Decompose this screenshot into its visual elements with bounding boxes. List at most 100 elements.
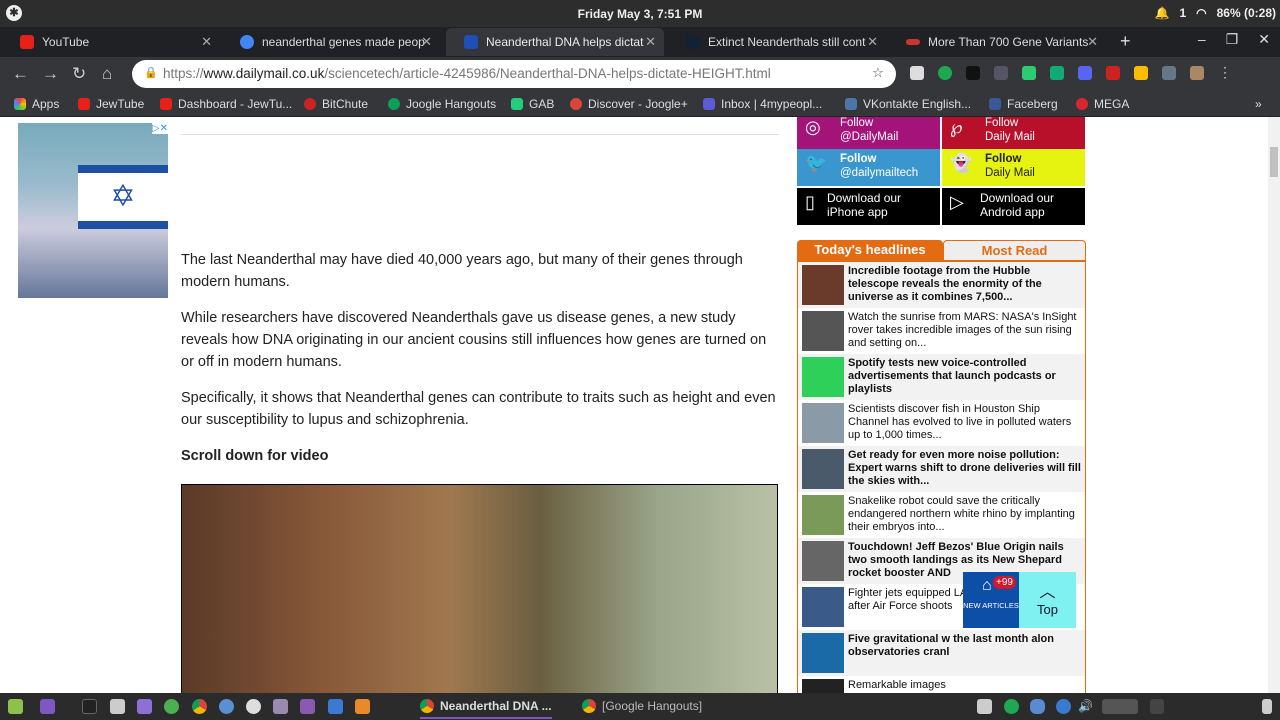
headline-item[interactable]: Spotify tests new voice-controlled adver… xyxy=(798,354,1085,400)
extension-icon[interactable] xyxy=(1162,66,1176,80)
tab-dailymail[interactable]: Neanderthal DNA helps dictat ✕ xyxy=(446,28,664,56)
headline-text[interactable]: Watch the sunrise from MARS: NASA's InSi… xyxy=(848,311,1081,351)
tab-gene-variants[interactable]: More Than 700 Gene Variants ✕ xyxy=(888,28,1106,56)
app-launcher-icon[interactable] xyxy=(110,699,125,714)
workspace-1[interactable] xyxy=(1102,699,1138,714)
headline-thumbnail[interactable] xyxy=(802,403,844,443)
close-window-icon[interactable]: ✕ xyxy=(1258,31,1270,48)
extension-icon[interactable] xyxy=(910,66,924,80)
notification-icon[interactable]: 🔔 xyxy=(1155,6,1170,20)
extension-icon[interactable] xyxy=(1106,66,1120,80)
back-icon[interactable]: ← xyxy=(12,64,29,84)
tab-todays-headlines[interactable]: Today's headlines xyxy=(797,240,943,260)
files-icon[interactable] xyxy=(137,699,152,714)
iphone-app-button[interactable]: ▯ Download our iPhone app xyxy=(797,188,940,225)
discord-icon[interactable] xyxy=(1078,66,1092,80)
minimize-icon[interactable]: – xyxy=(1198,31,1206,48)
headline-thumbnail[interactable] xyxy=(802,587,844,627)
headline-thumbnail[interactable] xyxy=(802,679,844,693)
wifi-icon[interactable]: ◠ xyxy=(1196,6,1206,20)
headline-item[interactable]: Five gravitational w the last month alon… xyxy=(798,630,1085,676)
close-tab-icon[interactable]: ✕ xyxy=(867,34,878,50)
headline-text[interactable]: Remarkable images xyxy=(848,679,946,693)
trash-icon[interactable] xyxy=(1262,699,1272,714)
bookmark-faceberg[interactable]: Faceberg xyxy=(989,97,1058,111)
bookmark-inbox[interactable]: Inbox | 4mypeopl... xyxy=(703,97,822,111)
shield-tray-icon[interactable] xyxy=(1030,699,1045,714)
bookmark-gab[interactable]: GAB xyxy=(511,97,554,111)
twitter-follow-button[interactable]: 🐦 Follow @dailymailtech xyxy=(797,149,940,186)
tab-extinct-neanderthals[interactable]: Extinct Neanderthals still cont ✕ xyxy=(668,28,886,56)
extension-icon[interactable] xyxy=(1022,66,1036,80)
taskbar-window-chrome[interactable]: Neanderthal DNA ... xyxy=(420,699,552,719)
headline-item[interactable]: Get ready for even more noise pollution:… xyxy=(798,446,1085,492)
headline-text[interactable]: Snakelike robot could save the criticall… xyxy=(848,495,1081,535)
extension-icon[interactable] xyxy=(1190,66,1204,80)
snapchat-follow-button[interactable]: 👻 Follow Daily Mail xyxy=(942,149,1085,186)
headline-item[interactable]: Watch the sunrise from MARS: NASA's InSi… xyxy=(798,308,1085,354)
bookmark-vkontakte[interactable]: VKontakte English... xyxy=(845,97,971,111)
headline-thumbnail[interactable] xyxy=(802,311,844,351)
headline-text[interactable]: Spotify tests new voice-controlled adver… xyxy=(848,357,1081,397)
headline-item[interactable]: Remarkable images xyxy=(798,676,1085,693)
headline-thumbnail[interactable] xyxy=(802,449,844,489)
battery-status[interactable]: 86% (0:28) xyxy=(1217,6,1276,20)
taskbar-window-hangouts[interactable]: [Google Hangouts] xyxy=(582,699,702,713)
extension-icon[interactable] xyxy=(994,66,1008,80)
extension-icon[interactable] xyxy=(938,66,952,80)
bookmark-apps[interactable]: Apps xyxy=(14,97,59,111)
extension-icon[interactable] xyxy=(966,66,980,80)
app-launcher-icon[interactable] xyxy=(300,699,315,714)
headline-thumbnail[interactable] xyxy=(802,495,844,535)
headline-item[interactable]: Scientists discover fish in Houston Ship… xyxy=(798,400,1085,446)
address-bar[interactable]: 🔒 https://www.dailymail.co.uk/sciencetec… xyxy=(132,60,896,88)
headline-text[interactable]: Scientists discover fish in Houston Ship… xyxy=(848,403,1081,443)
advertisement[interactable]: ✡ ▷✕ xyxy=(18,123,168,298)
workspace-2[interactable] xyxy=(1150,699,1164,714)
bookmark-jewtube[interactable]: JewTube xyxy=(78,97,144,111)
bookmark-dashboard[interactable]: Dashboard - JewTu... xyxy=(160,97,292,111)
chromium-icon[interactable] xyxy=(219,699,234,714)
headline-thumbnail[interactable] xyxy=(802,357,844,397)
headline-item[interactable]: Snakelike robot could save the criticall… xyxy=(798,492,1085,538)
more-bookmarks-icon[interactable]: » xyxy=(1255,97,1262,111)
maximize-icon[interactable]: ❐ xyxy=(1226,31,1239,48)
instagram-follow-button[interactable]: ◎ Follow @DailyMail xyxy=(797,117,940,150)
close-tab-icon[interactable]: ✕ xyxy=(645,34,656,50)
tab-youtube[interactable]: YouTube ✕ xyxy=(2,28,220,56)
headline-text[interactable]: Five gravitational w the last month alon… xyxy=(848,633,1081,673)
app-launcher-icon[interactable] xyxy=(164,699,179,714)
bookmark-bitchute[interactable]: BitChute xyxy=(304,97,368,111)
tab-google-search[interactable]: neanderthal genes made peop ✕ xyxy=(222,28,440,56)
new-articles-button[interactable]: ⌂ +99 NEW ARTICLES xyxy=(963,572,1019,628)
google-drive-icon[interactable] xyxy=(1134,66,1148,80)
scrollbar-thumb[interactable] xyxy=(1270,147,1278,177)
hangouts-tray-icon[interactable] xyxy=(1004,699,1019,714)
mint-menu-icon[interactable] xyxy=(8,699,23,714)
page-scrollbar[interactable] xyxy=(1268,117,1280,693)
close-tab-icon[interactable]: ✕ xyxy=(201,34,212,50)
back-to-top-button[interactable]: ︿ Top xyxy=(1019,572,1076,628)
bluetooth-icon[interactable] xyxy=(1056,699,1071,714)
reload-icon[interactable]: ↻ xyxy=(72,64,86,84)
extension-icon[interactable] xyxy=(1050,66,1064,80)
headline-thumbnail[interactable] xyxy=(802,541,844,581)
headline-text[interactable]: Incredible footage from the Hubble teles… xyxy=(848,265,1081,305)
neanderthal-photo[interactable] xyxy=(181,484,778,693)
headline-thumbnail[interactable] xyxy=(802,265,844,305)
forward-icon[interactable]: → xyxy=(42,64,59,84)
headline-text[interactable]: Get ready for even more noise pollution:… xyxy=(848,449,1081,489)
chrome-icon[interactable] xyxy=(192,699,207,714)
home-icon[interactable]: ⌂ xyxy=(102,64,112,84)
headline-item[interactable]: Incredible footage from the Hubble teles… xyxy=(798,262,1085,308)
camera-tray-icon[interactable] xyxy=(977,699,992,714)
app-launcher-icon[interactable] xyxy=(355,699,370,714)
bookmark-hangouts[interactable]: Joogle Hangouts xyxy=(388,97,496,111)
bookmark-mega[interactable]: MEGA xyxy=(1076,97,1129,111)
bookmark-discover[interactable]: Discover - Joogle+ xyxy=(570,97,688,111)
android-app-button[interactable]: ▷ Download our Android app xyxy=(942,188,1085,225)
tab-most-read[interactable]: Most Read xyxy=(943,240,1086,260)
clock[interactable]: Friday May 3, 7:51 PM xyxy=(0,7,1280,21)
menu-icon[interactable]: ⋮ xyxy=(1218,65,1232,80)
show-desktop-icon[interactable] xyxy=(40,699,55,714)
